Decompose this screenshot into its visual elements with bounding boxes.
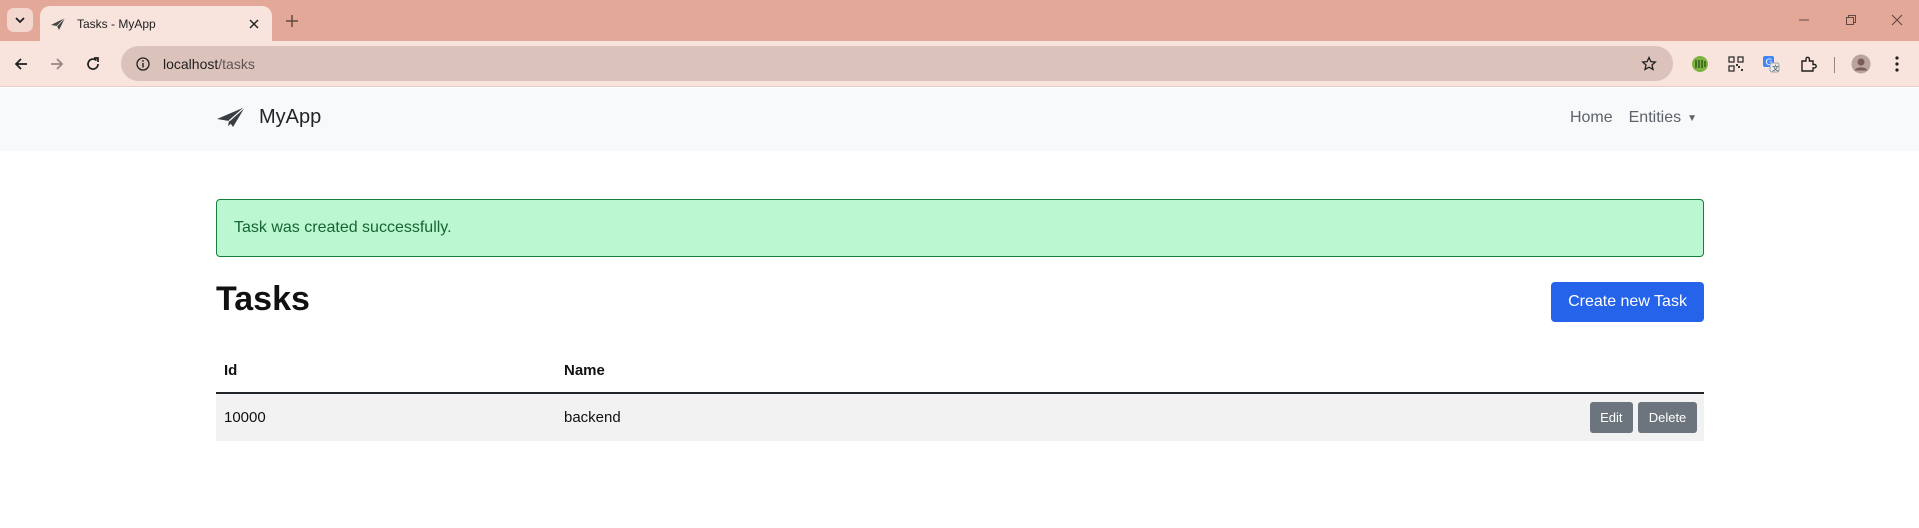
url-text: localhost/tasks [163,56,255,72]
arrow-right-icon [51,58,64,70]
table-header-row: Id Name [216,349,1704,394]
column-header-name: Name [556,349,952,394]
star-icon[interactable] [1639,54,1659,74]
forward-button[interactable] [45,52,69,76]
page-content: MyApp Home Entities ▼ Task was created s… [0,88,1919,528]
nav-entities-label: Entities [1628,109,1682,126]
paper-plane-icon [216,105,246,129]
new-tab-button[interactable] [281,10,303,32]
close-window-icon [1891,14,1903,26]
cell-name: backend [556,393,952,441]
browser-toolbar: localhost/tasks G文 [0,41,1919,87]
cell-actions: Edit Delete [951,393,1704,441]
back-button[interactable] [9,52,33,76]
cell-id: 10000 [216,393,556,441]
column-header-actions [951,349,1704,394]
puzzle-icon[interactable] [1797,53,1819,75]
arrow-left-icon [14,58,27,70]
address-bar[interactable]: localhost/tasks [121,46,1673,81]
paper-plane-icon [50,16,66,32]
page-title: Tasks [216,280,310,318]
url-path: /tasks [218,55,255,72]
restore-button[interactable] [1833,8,1869,32]
minimize-icon [1799,19,1809,21]
brand-link[interactable]: MyApp [216,105,321,129]
delete-button[interactable]: Delete [1638,402,1697,433]
column-header-id: Id [216,349,556,394]
edit-button[interactable]: Edit [1589,402,1633,433]
alert-message: Task was created successfully. [234,219,452,236]
extension-green-icon[interactable] [1689,53,1711,75]
browser-tabstrip: Tasks - MyApp [0,0,1919,41]
qr-code-icon[interactable] [1725,53,1747,75]
info-icon[interactable] [133,54,153,74]
svg-text:文: 文 [1772,64,1779,73]
url-host: localhost [163,55,219,72]
brand-name: MyApp [259,105,322,128]
kebab-menu-icon[interactable] [1886,53,1908,75]
tasks-table: Id Name 10000 backend Edit Delete [216,349,1704,441]
restore-icon [1846,15,1856,25]
minimize-button[interactable] [1786,8,1822,32]
nav-links: Home Entities ▼ [1554,109,1697,127]
close-window-button[interactable] [1879,8,1915,32]
toolbar-divider [1834,57,1835,73]
reload-icon [87,57,99,70]
tab-search-button[interactable] [7,8,33,32]
nav-entities-dropdown[interactable]: Entities ▼ [1629,109,1697,127]
caret-down-icon: ▼ [1687,112,1697,124]
translate-icon[interactable]: G文 [1760,53,1782,75]
plus-icon [286,15,298,27]
nav-home-link[interactable]: Home [1570,109,1613,127]
close-icon[interactable] [246,16,262,32]
profile-avatar[interactable] [1850,53,1872,75]
chevron-down-icon [15,17,25,24]
reload-button[interactable] [81,52,105,76]
table-row: 10000 backend Edit Delete [216,393,1704,441]
create-task-button[interactable]: Create new Task [1551,282,1704,322]
success-alert: Task was created successfully. [216,199,1704,257]
tab-title: Tasks - MyApp [77,16,156,31]
app-navbar: MyApp Home Entities ▼ [0,88,1919,151]
browser-tab-active[interactable]: Tasks - MyApp [40,6,272,41]
